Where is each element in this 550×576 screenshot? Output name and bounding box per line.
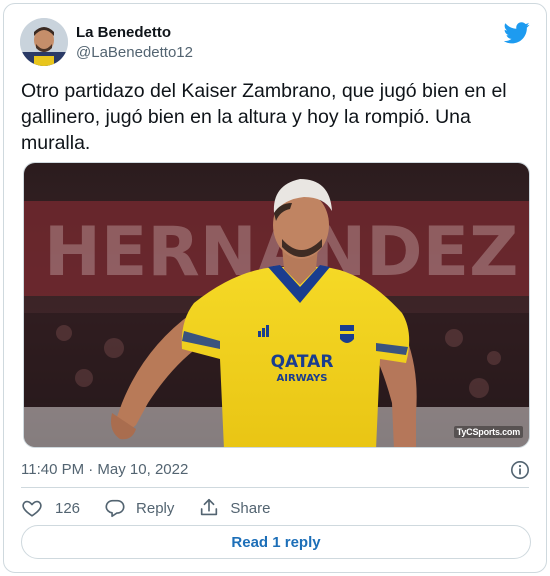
twitter-bird-icon[interactable]	[504, 22, 530, 44]
reply-button[interactable]: Reply	[104, 497, 174, 519]
avatar[interactable]	[20, 18, 68, 66]
author-name-block[interactable]: La Benedetto @LaBenedetto12	[76, 24, 193, 63]
tweet-meta-row: 11:40 PM · May 10, 2022	[21, 460, 530, 480]
info-icon[interactable]	[510, 460, 530, 480]
heart-icon	[22, 500, 42, 517]
tweet-text: Otro partidazo del Kaiser Zambrano, que …	[21, 80, 507, 154]
tweet-actions: 126 Reply Share	[21, 496, 294, 520]
author-handle[interactable]: @LaBenedetto12	[76, 43, 193, 63]
reply-bubble-icon	[105, 499, 125, 518]
media-watermark: TyCSports.com	[453, 426, 523, 438]
like-button[interactable]: 126	[21, 497, 80, 519]
player-photo: HERNANDEZ QATAR AIRWAYS	[24, 163, 529, 447]
author-display-name[interactable]: La Benedetto	[76, 24, 193, 42]
read-replies-button[interactable]: Read 1 reply	[21, 525, 531, 559]
jersey-sponsor-line2: AIRWAYS	[277, 373, 328, 384]
avatar-image	[20, 18, 68, 66]
divider	[21, 487, 529, 488]
tweet-card: La Benedetto @LaBenedetto12 Otro partida…	[3, 3, 547, 573]
read-replies-label: Read 1 reply	[231, 533, 321, 551]
like-count: 126	[55, 499, 81, 517]
share-label: Share	[230, 499, 271, 517]
reply-label: Reply	[136, 499, 175, 517]
tweet-header: La Benedetto @LaBenedetto12	[20, 18, 530, 68]
share-button[interactable]: Share	[198, 497, 270, 519]
jersey-sponsor-line1: QATAR	[271, 352, 334, 372]
tweet-media-photo[interactable]: HERNANDEZ QATAR AIRWAYS TyCSports.com	[23, 162, 530, 448]
share-icon	[201, 498, 218, 516]
tweet-timestamp[interactable]: 11:40 PM · May 10, 2022	[21, 460, 530, 480]
